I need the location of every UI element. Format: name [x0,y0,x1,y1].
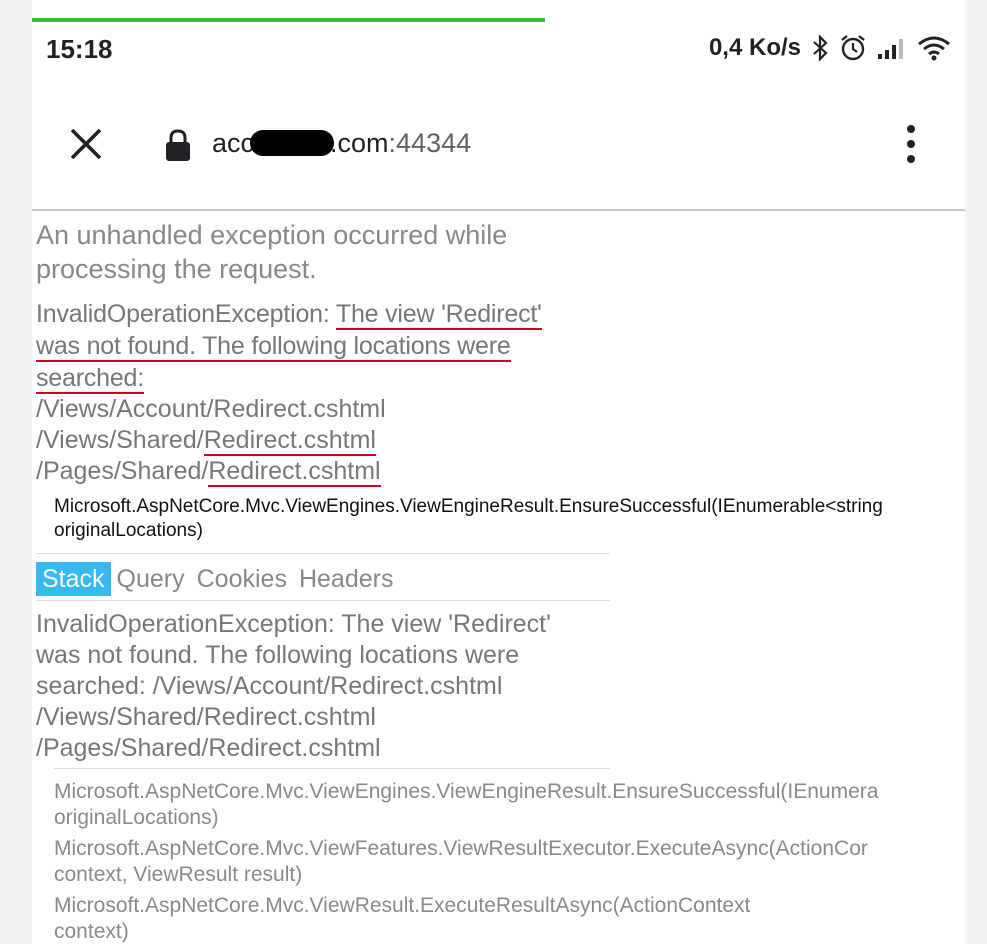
path-file: Redirect.cshtml [208,457,381,487]
browser-toolbar: acc .com:44344 [32,110,965,180]
stack-frames: Microsoft.AspNetCore.Mvc.ViewEngines.Vie… [54,779,965,944]
stack-message-line: was not found. The following locations w… [36,641,520,669]
frame-line: Microsoft.AspNetCore.Mvc.ViewFeatures.Vi… [54,837,868,860]
network-speed: 0,4 Ko/s [708,34,801,61]
close-button[interactable] [66,124,106,164]
path-dir: /Pages/Shared/ [36,457,209,485]
close-icon [70,128,102,160]
error-page: An unhandled exception occurred while pr… [36,218,965,944]
throwing-method-line2: originalLocations) [54,520,203,541]
wifi-icon [917,35,951,61]
stack-exception-message: InvalidOperationException: The view 'Red… [36,609,596,764]
alarm-icon [839,34,867,62]
stack-frame[interactable]: Microsoft.AspNetCore.Mvc.ViewFeatures.Vi… [54,836,965,888]
stack-message-line: /Pages/Shared/Redirect.cshtml [36,734,381,762]
exception-message-part2: was not found. The following locations w… [36,332,511,362]
phone-screen: 15:18 0,4 Ko/s acc .com:44344 An unhandl… [32,0,965,944]
status-bar: 15:18 0,4 Ko/s [32,30,965,70]
redaction-mark [250,130,335,156]
url-port: :44344 [388,128,472,158]
search-paths: /Views/Account/Redirect.cshtml /Views/Sh… [36,394,965,487]
error-tabs: Stack Query Cookies Headers [36,562,965,596]
search-path: /Views/Account/Redirect.cshtml [36,394,965,425]
path-dir: /Views/Account/ [36,395,214,423]
url-text[interactable]: acc .com:44344 [212,128,471,159]
stack-frame[interactable]: Microsoft.AspNetCore.Mvc.ViewEngines.Vie… [54,779,965,831]
url-host-prefix: acc [212,128,255,158]
error-title: An unhandled exception occurred while pr… [36,220,508,284]
frame-line: Microsoft.AspNetCore.Mvc.ViewResult.Exec… [54,894,751,917]
path-file: Redirect.cshtml [213,395,386,423]
tabs-bottom-divider [36,600,610,601]
status-indicators: 0,4 Ko/s [709,34,951,62]
exception-message: InvalidOperationException: The view 'Red… [36,298,596,394]
more-vert-icon [907,125,915,163]
search-path: /Views/Shared/Redirect.cshtml [36,425,965,456]
frame-line: originalLocations) [54,806,219,829]
bluetooth-icon [811,35,829,61]
frame-line: context, ViewResult result) [54,863,303,886]
tab-stack[interactable]: Stack [36,562,111,596]
tab-headers[interactable]: Headers [293,562,400,596]
tabs-top-divider [36,553,610,554]
throwing-method-line1: Microsoft.AspNetCore.Mvc.ViewEngines.Vie… [54,496,883,517]
throwing-method: Microsoft.AspNetCore.Mvc.ViewEngines.Vie… [54,495,965,543]
frames-divider [54,768,610,769]
exception-type: InvalidOperationException: [36,300,330,328]
stack-frame[interactable]: Microsoft.AspNetCore.Mvc.ViewResult.Exec… [54,893,965,944]
stack-message-line: searched: /Views/Account/Redirect.cshtml [36,672,503,700]
path-dir: /Views/Shared/ [36,426,204,454]
toolbar-divider [32,209,965,211]
exception-message-part3: searched: [36,364,144,394]
tab-query[interactable]: Query [111,562,191,596]
frame-line: context) [54,920,129,943]
stack-message-line: InvalidOperationException: The view 'Red… [36,610,551,638]
exception-message-part1: The view 'Redirect' [335,300,542,330]
url-host-suffix: .com [330,128,389,158]
tab-cookies[interactable]: Cookies [191,562,293,596]
signal-icon [877,36,907,60]
frame-line: Microsoft.AspNetCore.Mvc.ViewEngines.Vie… [54,780,879,803]
status-time: 15:18 [46,34,113,64]
search-path: /Pages/Shared/Redirect.cshtml [36,456,965,487]
lock-icon [164,128,192,167]
more-menu-button[interactable] [903,124,919,164]
stack-message-line: /Views/Shared/Redirect.cshtml [36,703,376,731]
page-load-progress [32,18,545,22]
path-file: Redirect.cshtml [203,426,376,456]
